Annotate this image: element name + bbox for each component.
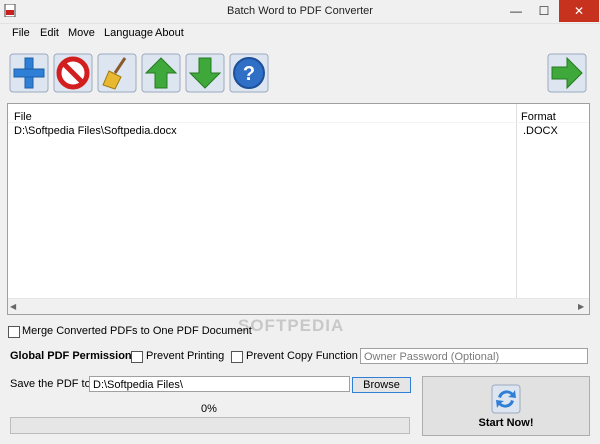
prevent-copy-label: Prevent Copy Function: [246, 350, 358, 362]
scroll-left-icon[interactable]: ◀: [10, 302, 16, 311]
browse-button[interactable]: Browse: [352, 377, 411, 393]
owner-password-input[interactable]: Owner Password (Optional): [360, 348, 588, 364]
save-label: Save the PDF to: [10, 378, 91, 390]
menu-language[interactable]: Language: [104, 27, 153, 39]
save-path-input[interactable]: D:\Softpedia Files\: [89, 376, 350, 392]
merge-label: Merge Converted PDFs to One PDF Document: [22, 325, 252, 337]
move-up-icon: [141, 53, 181, 93]
move-up-button[interactable]: [141, 53, 181, 93]
maximize-button[interactable]: ☐: [530, 0, 558, 22]
refresh-icon: [490, 383, 522, 415]
column-header-file[interactable]: File: [14, 111, 32, 123]
move-down-button[interactable]: [185, 53, 225, 93]
horizontal-scrollbar[interactable]: ◀ ▶: [8, 298, 589, 314]
watermark: SOFTPEDIA: [238, 316, 345, 335]
prevent-printing-checkbox[interactable]: [131, 351, 143, 363]
prevent-printing-label: Prevent Printing: [146, 350, 225, 362]
prevent-copy-checkbox[interactable]: [231, 351, 243, 363]
help-icon: ?: [229, 53, 269, 93]
table-row-file[interactable]: D:\Softpedia Files\Softpedia.docx: [14, 125, 177, 137]
merge-checkbox[interactable]: [8, 326, 20, 338]
permission-label: Global PDF Permission:: [10, 350, 136, 362]
remove-file-button[interactable]: [53, 53, 93, 93]
menu-edit[interactable]: Edit: [40, 27, 59, 39]
close-button[interactable]: ✕: [559, 0, 599, 22]
add-files-button[interactable]: [9, 53, 49, 93]
next-icon: [547, 53, 587, 93]
menu-about[interactable]: About: [155, 27, 184, 39]
table-row-format[interactable]: .DOCX: [523, 125, 558, 137]
next-button[interactable]: [547, 53, 587, 93]
progress-text: 0%: [201, 403, 217, 415]
column-header-format[interactable]: Format: [521, 111, 556, 123]
move-down-icon: [185, 53, 225, 93]
minimize-button[interactable]: —: [502, 0, 530, 22]
clear-broom-icon: [97, 53, 137, 93]
scroll-right-icon[interactable]: ▶: [578, 302, 584, 311]
menu-move[interactable]: Move: [68, 27, 95, 39]
column-divider[interactable]: [516, 104, 517, 299]
add-icon: [9, 53, 49, 93]
clear-list-button[interactable]: [97, 53, 137, 93]
help-button[interactable]: ?: [229, 53, 269, 93]
header-divider: [8, 122, 589, 123]
start-now-button[interactable]: Start Now!: [422, 376, 590, 436]
menu-file[interactable]: File: [12, 27, 30, 39]
remove-icon: [53, 53, 93, 93]
start-now-label: Start Now!: [478, 417, 534, 429]
progress-bar: [10, 417, 410, 434]
svg-text:?: ?: [243, 63, 255, 85]
file-list[interactable]: File Format D:\Softpedia Files\Softpedia…: [7, 103, 590, 315]
